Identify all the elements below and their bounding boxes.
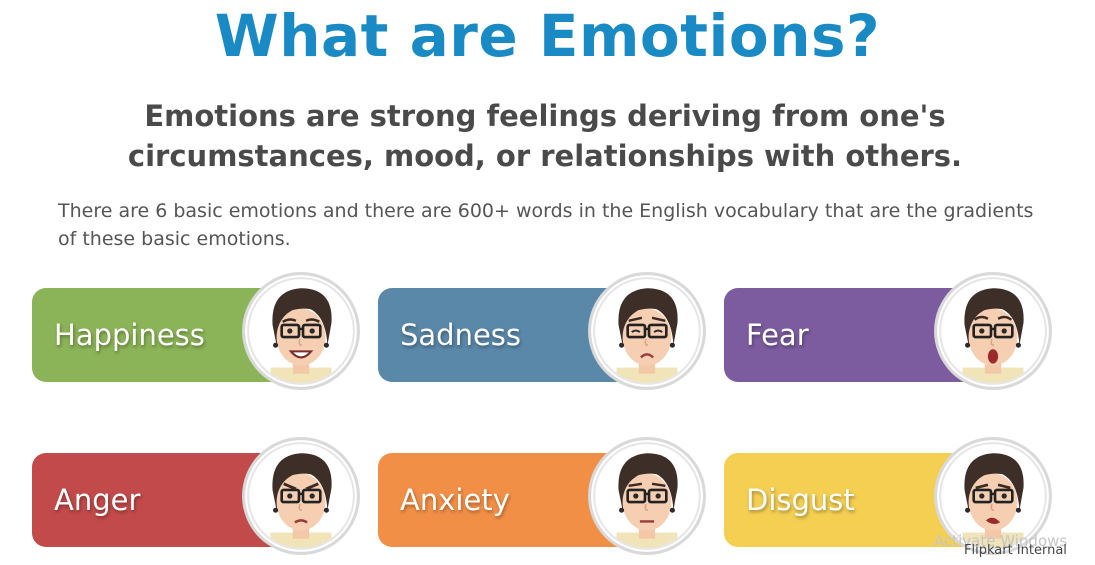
anxious-face-icon xyxy=(588,437,706,555)
emotion-card-anxiety: Anxiety xyxy=(378,435,708,565)
page-subtitle: Emotions are strong feelings deriving fr… xyxy=(127,99,963,173)
emotion-card-happiness: Happiness xyxy=(32,270,362,400)
happy-face-icon xyxy=(242,272,360,390)
emotion-label: Anxiety xyxy=(400,483,510,517)
emotion-card-fear: Fear xyxy=(724,270,1054,400)
emotion-label: Happiness xyxy=(54,318,205,352)
emotion-label: Sadness xyxy=(400,318,522,352)
angry-face-icon xyxy=(242,437,360,555)
body-text: There are 6 basic emotions and there are… xyxy=(58,200,1034,250)
emotion-label: Anger xyxy=(54,483,141,517)
fear-face-icon xyxy=(934,272,1052,390)
page-title: What are Emotions? xyxy=(214,2,881,70)
footer-label: Flipkart Internal xyxy=(964,543,1067,558)
sad-face-icon xyxy=(588,272,706,390)
emotion-label: Fear xyxy=(746,318,809,352)
emotion-label: Disgust xyxy=(746,483,855,517)
emotion-card-anger: Anger xyxy=(32,435,362,565)
emotion-card-sadness: Sadness xyxy=(378,270,708,400)
